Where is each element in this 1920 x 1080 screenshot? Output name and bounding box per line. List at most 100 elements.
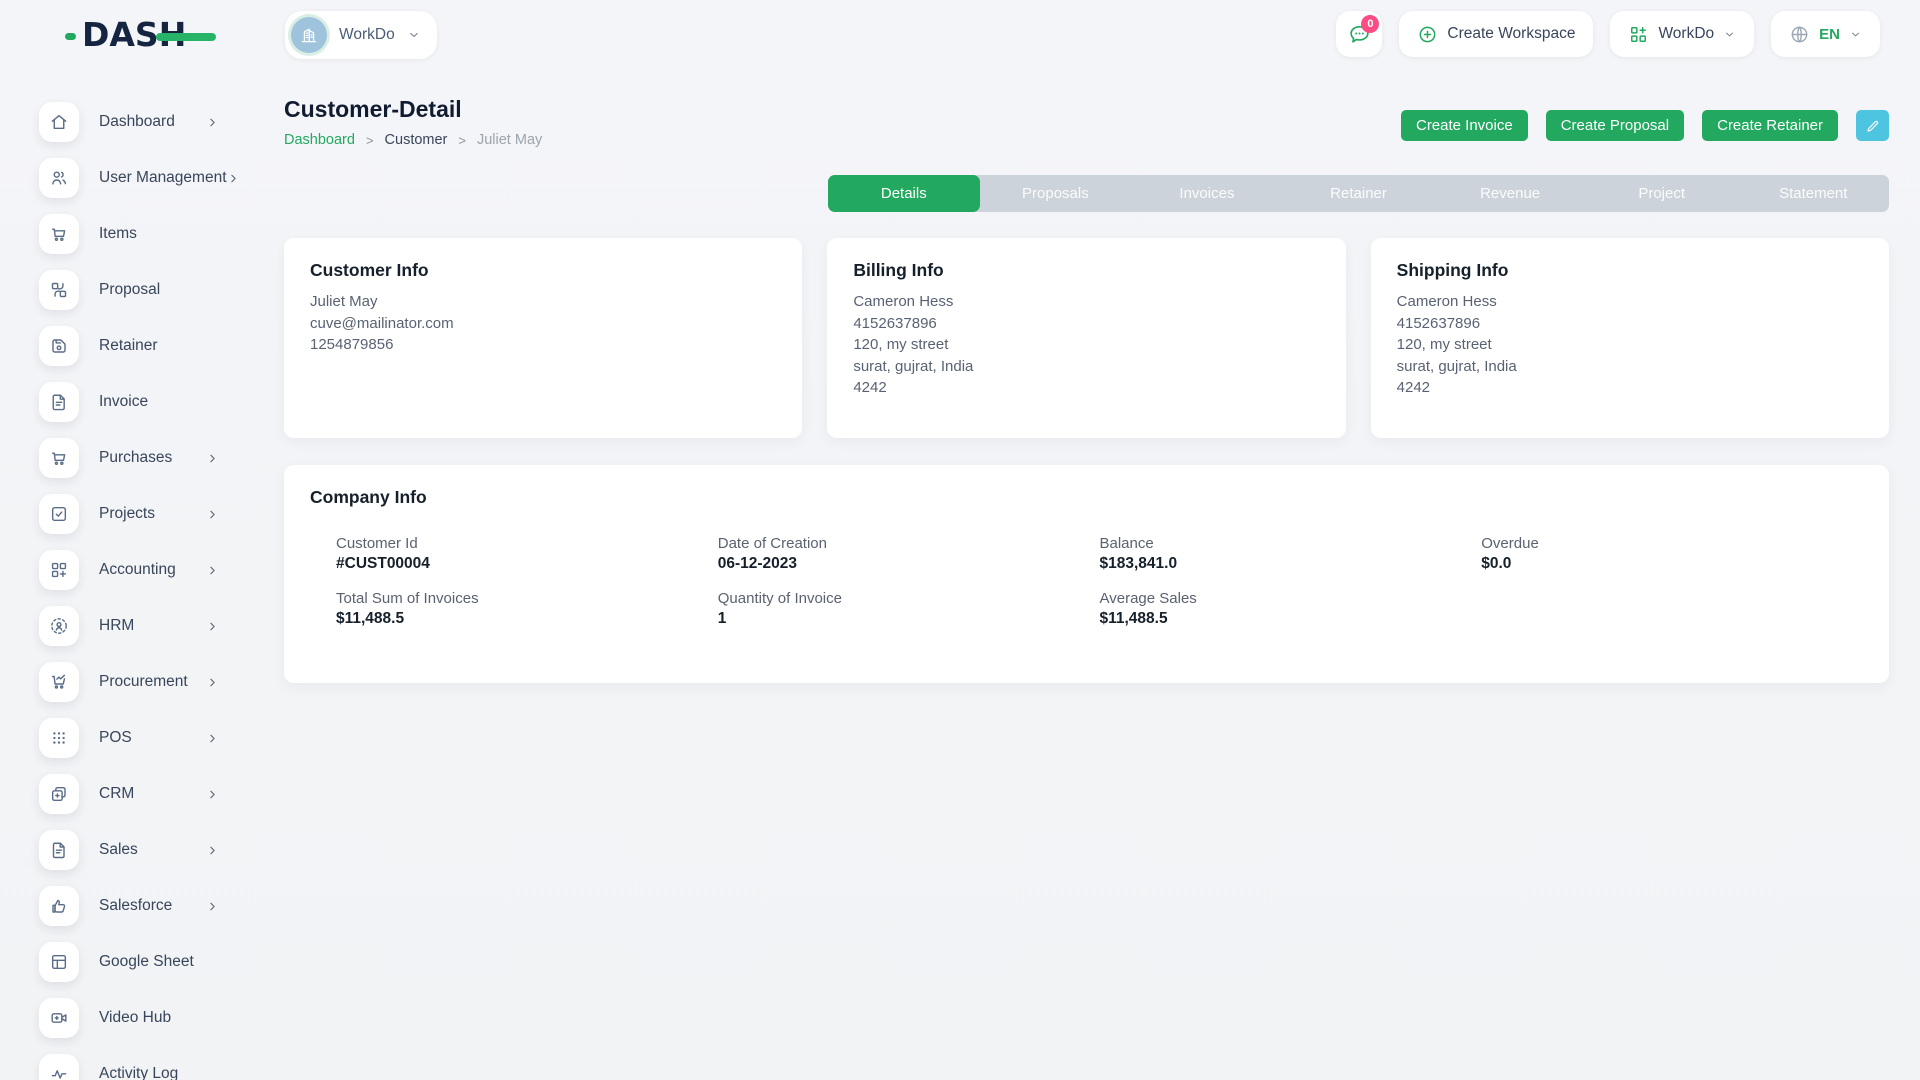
sidebar-item-google-sheet[interactable]: Google Sheet — [39, 942, 255, 982]
tab-project[interactable]: Project — [1586, 175, 1738, 212]
field-customer-id: Customer Id #CUST00004 — [336, 535, 718, 573]
hrm-icon — [49, 616, 69, 636]
customer-info-card: Customer Info Juliet May cuve@mailinator… — [284, 238, 802, 438]
sidebar-item-hrm[interactable]: HRM — [39, 606, 255, 646]
workspace-menu-button[interactable]: WorkDo — [1610, 11, 1754, 57]
tab-retainer[interactable]: Retainer — [1283, 175, 1435, 212]
page: DASH WorkDo 0 — [0, 0, 1920, 1080]
main-content: Customer-Detail Dashboard > Customer > J… — [284, 70, 1889, 1080]
field-date-of-creation: Date of Creation 06-12-2023 — [718, 535, 1100, 573]
pencil-icon — [1865, 118, 1881, 134]
top-bar: DASH WorkDo 0 — [0, 0, 1920, 70]
chevron-right-icon — [227, 172, 240, 185]
logo-dash-accent — [65, 33, 76, 40]
breadcrumb-separator: > — [458, 133, 466, 148]
sidebar-item-pos[interactable]: POS — [39, 718, 255, 758]
sidebar-item-projects[interactable]: Projects — [39, 494, 255, 534]
company-info-grid: Customer Id #CUST00004 Date of Creation … — [336, 535, 1863, 628]
customer-email: cuve@mailinator.com — [310, 313, 776, 335]
sidebar-item-items[interactable]: Items — [39, 214, 255, 254]
field-average-sales: Average Sales $11,488.5 — [1100, 590, 1482, 628]
plus-circle-icon — [1417, 24, 1438, 45]
purchases-icon — [49, 448, 69, 468]
home-icon — [49, 112, 69, 132]
building-icon — [298, 24, 320, 46]
edit-customer-button[interactable] — [1856, 110, 1889, 141]
table-icon — [49, 952, 69, 972]
sidebar-item-proposal[interactable]: Proposal — [39, 270, 255, 310]
retainer-icon — [49, 336, 69, 356]
page-actions: Create Invoice Create Proposal Create Re… — [1401, 110, 1889, 141]
customer-name: Juliet May — [310, 291, 776, 313]
sidebar-item-crm[interactable]: CRM — [39, 774, 255, 814]
customer-phone: 1254879856 — [310, 334, 776, 356]
chevron-right-icon — [206, 732, 219, 745]
messages-button[interactable]: 0 — [1336, 11, 1382, 57]
create-proposal-button[interactable]: Create Proposal — [1546, 110, 1684, 141]
sidebar-item-accounting[interactable]: Accounting — [39, 550, 255, 590]
chevron-down-icon — [407, 28, 421, 42]
workspace-selector[interactable]: WorkDo — [285, 11, 437, 59]
shipping-info-title: Shipping Info — [1397, 260, 1863, 281]
tab-details[interactable]: Details — [828, 175, 980, 212]
sidebar-item-dashboard[interactable]: Dashboard — [39, 102, 255, 142]
sidebar-item-activity-log[interactable]: Activity Log — [39, 1054, 255, 1080]
proposal-icon — [49, 280, 69, 300]
chevron-right-icon — [206, 620, 219, 633]
create-workspace-button[interactable]: Create Workspace — [1399, 11, 1593, 57]
create-workspace-label: Create Workspace — [1447, 25, 1575, 43]
accounting-icon — [49, 560, 69, 580]
top-right-cluster: 0 Create Workspace WorkDo — [1336, 11, 1880, 57]
tab-proposals[interactable]: Proposals — [980, 175, 1132, 212]
billing-info-card: Billing Info Cameron Hess 4152637896 120… — [827, 238, 1345, 438]
company-info-title: Company Info — [310, 487, 1863, 508]
info-cards-row: Customer Info Juliet May cuve@mailinator… — [284, 238, 1889, 438]
chevron-right-icon — [206, 788, 219, 801]
sidebar-item-procurement[interactable]: Procurement — [39, 662, 255, 702]
cart-icon — [49, 224, 69, 244]
chevron-right-icon — [206, 900, 219, 913]
crm-icon — [49, 784, 69, 804]
sidebar-item-salesforce[interactable]: Salesforce — [39, 886, 255, 926]
sidebar-item-video-hub[interactable]: Video Hub — [39, 998, 255, 1038]
tab-statement[interactable]: Statement — [1737, 175, 1889, 212]
tab-invoices[interactable]: Invoices — [1131, 175, 1283, 212]
sidebar-item-invoice[interactable]: Invoice — [39, 382, 255, 422]
create-invoice-button[interactable]: Create Invoice — [1401, 110, 1528, 141]
customer-info-title: Customer Info — [310, 260, 776, 281]
chevron-down-icon — [1723, 28, 1736, 41]
pos-icon — [49, 728, 69, 748]
shipping-zip: 4242 — [1397, 377, 1863, 399]
chevron-right-icon — [206, 508, 219, 521]
language-selector[interactable]: EN — [1771, 11, 1880, 57]
chevron-right-icon — [206, 564, 219, 577]
breadcrumb-current: Juliet May — [477, 132, 542, 148]
sidebar-item-user-management[interactable]: User Management — [39, 158, 255, 198]
billing-street: 120, my street — [853, 334, 1319, 356]
sidebar-item-purchases[interactable]: Purchases — [39, 438, 255, 478]
brand-logo[interactable]: DASH — [82, 16, 222, 54]
grid-plus-icon — [1628, 24, 1649, 45]
chevron-down-icon — [1849, 28, 1862, 41]
sidebar-item-sales[interactable]: Sales — [39, 830, 255, 870]
field-overdue: Overdue $0.0 — [1481, 535, 1863, 573]
create-retainer-button[interactable]: Create Retainer — [1702, 110, 1838, 141]
chevron-right-icon — [206, 452, 219, 465]
field-empty — [1481, 590, 1863, 628]
workspace-avatar — [291, 17, 327, 53]
breadcrumb-dashboard[interactable]: Dashboard — [284, 132, 355, 148]
breadcrumb-customer[interactable]: Customer — [385, 132, 448, 148]
invoice-icon — [49, 392, 69, 412]
detail-tabs: Details Proposals Invoices Retainer Reve… — [828, 175, 1889, 212]
projects-icon — [49, 504, 69, 524]
sales-icon — [49, 840, 69, 860]
chevron-right-icon — [206, 116, 219, 129]
activity-pulse-icon — [49, 1064, 69, 1080]
video-camera-icon — [49, 1008, 69, 1028]
company-info-card: Company Info Customer Id #CUST00004 Date… — [284, 465, 1889, 683]
tab-revenue[interactable]: Revenue — [1434, 175, 1586, 212]
messages-badge: 0 — [1361, 15, 1379, 33]
shipping-city: surat, gujrat, India — [1397, 356, 1863, 378]
chevron-right-icon — [206, 676, 219, 689]
sidebar-item-retainer[interactable]: Retainer — [39, 326, 255, 366]
